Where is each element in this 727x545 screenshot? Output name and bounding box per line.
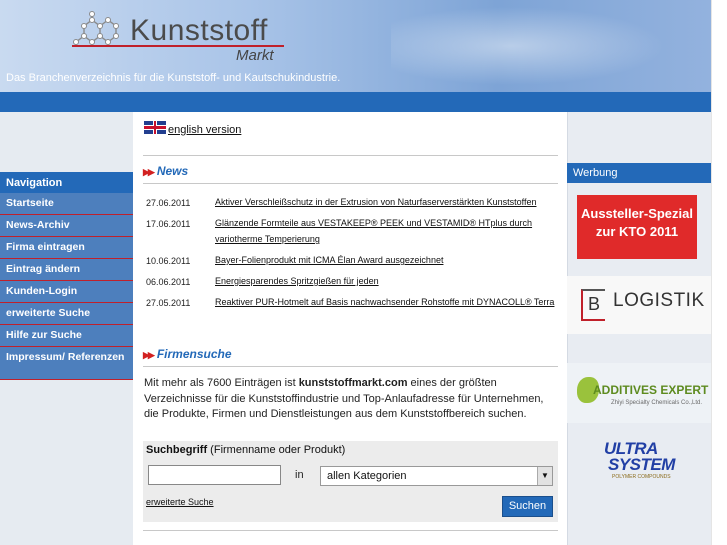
ad-ultra-system[interactable]: ULTRA SYSTEM POLYMER COMPOUNDS (578, 437, 698, 483)
site-tagline: Das Branchenverzeichnis für die Kunststo… (6, 72, 341, 84)
category-select[interactable]: allen Kategorien ▼ (320, 466, 553, 486)
divider (143, 530, 558, 531)
news-date: 10.06.2011 (146, 256, 191, 266)
search-in-label: in (295, 469, 304, 481)
molecule-logo-icon (73, 11, 119, 45)
news-date: 27.05.2011 (146, 298, 191, 308)
double-arrow-icon: ▶▶ (143, 350, 155, 360)
page-edge (711, 0, 727, 545)
logo-title[interactable]: Kunststoff (130, 14, 268, 48)
news-link[interactable]: Bayer-Folienprodukt mit ICMA Élan Award … (215, 252, 555, 268)
news-date: 06.06.2011 (146, 277, 191, 287)
double-arrow-icon: ▶▶ (143, 167, 155, 177)
nav-item-firma-eintragen[interactable]: Firma eintragen (0, 237, 133, 259)
nav-item-hilfe-zur-suche[interactable]: Hilfe zur Suche (0, 325, 133, 347)
divider (143, 183, 558, 184)
nav-item-erweiterte-suche[interactable]: erweiterte Suche (0, 303, 133, 325)
search-form: Suchbegriff (Firmenname oder Produkt) in… (143, 441, 558, 522)
firmensuche-heading: ▶▶ Firmensuche (143, 347, 232, 361)
navigation-list: Startseite News-Archiv Firma eintragen E… (0, 193, 133, 380)
firmensuche-intro: Mit mehr als 7600 Einträgen ist kunststo… (144, 376, 559, 423)
search-label-bold: Suchbegriff (146, 444, 208, 456)
news-link[interactable]: Glänzende Formteile aus VESTAKEEP® PEEK … (215, 215, 555, 247)
divider (143, 155, 558, 156)
search-input[interactable] (148, 465, 281, 485)
english-version-label: english version (168, 124, 242, 136)
nav-item-kunden-login[interactable]: Kunden-Login (0, 281, 133, 303)
category-selected-value: allen Kategorien (327, 470, 407, 482)
header-decoration (391, 0, 691, 92)
logo-subtitle: Markt (236, 47, 274, 64)
ad-kto-spezial[interactable]: Aussteller-Spezial zur KTO 2011 (577, 195, 697, 259)
uk-flag-icon (144, 121, 166, 134)
werbung-heading: Werbung (567, 163, 711, 183)
ad-b-logistik[interactable]: B LOGISTIK (567, 276, 711, 334)
site-header: Kunststoff Markt Das Branchenverzeichnis… (0, 0, 711, 92)
nav-item-impressum[interactable]: Impressum/ Referenzen (0, 347, 133, 380)
divider (143, 366, 558, 367)
ad-additives-text: ADDITIVES EXPERT (593, 383, 709, 397)
search-label: Suchbegriff (Firmenname oder Produkt) (146, 444, 345, 456)
ad-additives-expert[interactable]: ADDITIVES EXPERT Zhiyi Specialty Chemica… (567, 363, 711, 423)
news-link[interactable]: Energiesparendes Spritzgießen für jeden (215, 273, 555, 289)
b-logistik-logo-icon: B (581, 289, 605, 321)
english-version-link[interactable]: english version (144, 121, 241, 136)
page: Kunststoff Markt Das Branchenverzeichnis… (0, 0, 727, 545)
ad-additives-sub: Zhiyi Specialty Chemicals Co.,Ltd. (611, 400, 703, 406)
ad-ultra-sub: POLYMER COMPOUNDS (612, 474, 671, 480)
news-heading: ▶▶ News (143, 164, 188, 178)
navigation-heading: Navigation (0, 172, 133, 193)
intro-text-start: Mit mehr als 7600 Einträgen ist (144, 377, 299, 389)
nav-item-eintrag-aendern[interactable]: Eintrag ändern (0, 259, 133, 281)
header-bar (0, 92, 711, 112)
news-link[interactable]: Aktiver Verschleißschutz in der Extrusio… (215, 194, 555, 210)
news-link[interactable]: Reaktiver PUR-Hotmelt auf Basis nachwach… (215, 294, 555, 310)
news-date: 27.06.2011 (146, 198, 191, 208)
nav-item-startseite[interactable]: Startseite (0, 193, 133, 215)
nav-item-news-archiv[interactable]: News-Archiv (0, 215, 133, 237)
news-date: 17.06.2011 (146, 219, 191, 229)
search-label-hint: (Firmenname oder Produkt) (207, 444, 346, 456)
chevron-down-icon: ▼ (537, 467, 552, 485)
advanced-search-link[interactable]: erweiterte Suche (146, 497, 214, 507)
intro-brand: kunststoffmarkt.com (298, 377, 408, 389)
news-title: News (156, 164, 189, 178)
ad-ultra-line2: SYSTEM (608, 455, 675, 474)
ad-b-logistik-text: LOGISTIK (613, 290, 705, 311)
firmensuche-title: Firmensuche (156, 347, 232, 361)
search-submit-button[interactable]: Suchen (502, 496, 553, 517)
